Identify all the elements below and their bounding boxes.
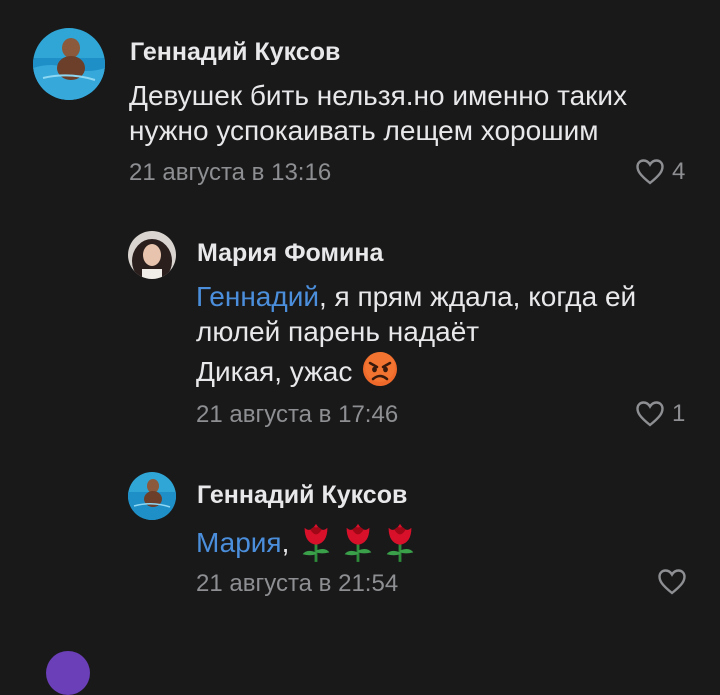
heart-icon: [636, 159, 664, 185]
comment-text-line-1: Мария,: [196, 520, 423, 571]
comment-text-line-2: люлей парень надаёт: [196, 316, 480, 347]
like-button[interactable]: 1: [636, 400, 685, 428]
comment-text-line-2: нужно успокаивать лещем хорошим: [129, 115, 599, 146]
rose-icon: [297, 520, 335, 571]
pool-avatar-icon: [33, 28, 105, 100]
comment-timestamp: 21 августа в 17:46: [196, 401, 399, 428]
comment-timestamp: 21 августа в 13:16: [129, 159, 332, 186]
comment-author[interactable]: Геннадий Куксов: [130, 38, 340, 67]
like-button[interactable]: [658, 569, 686, 595]
mention-link[interactable]: Геннадий: [196, 281, 319, 312]
heart-icon: [636, 401, 664, 427]
avatar[interactable]: [128, 231, 176, 279]
like-count: 4: [672, 158, 686, 185]
avatar[interactable]: [46, 651, 90, 695]
rose-icon: [339, 520, 377, 571]
avatar[interactable]: [128, 472, 176, 520]
angry-face-icon: [363, 352, 398, 386]
like-button[interactable]: 4: [636, 158, 685, 186]
comment-author[interactable]: Геннадий Куксов: [197, 481, 407, 510]
comment-author[interactable]: Мария Фомина: [197, 239, 383, 268]
comment-text: Дикая, ужас: [196, 356, 353, 387]
comment-timestamp: 21 августа в 21:54: [196, 570, 399, 597]
avatar[interactable]: [33, 28, 105, 100]
comment-text: ,: [281, 527, 290, 558]
like-count: 1: [672, 400, 686, 427]
girl-avatar-icon: [128, 231, 176, 279]
heart-icon: [658, 569, 686, 595]
comment-text-line-1: Геннадий, я прям ждала, когда ей: [196, 279, 636, 315]
rose-icon: [381, 520, 419, 571]
mention-link[interactable]: Мария: [196, 527, 282, 558]
comment-text: , я прям ждала, когда ей: [318, 281, 637, 312]
comment-text-line-1: Девушек бить нельзя.но именно таких: [129, 80, 628, 111]
pool-avatar-icon: [128, 472, 176, 520]
comment-text-line-3: Дикая, ужас: [196, 351, 398, 390]
